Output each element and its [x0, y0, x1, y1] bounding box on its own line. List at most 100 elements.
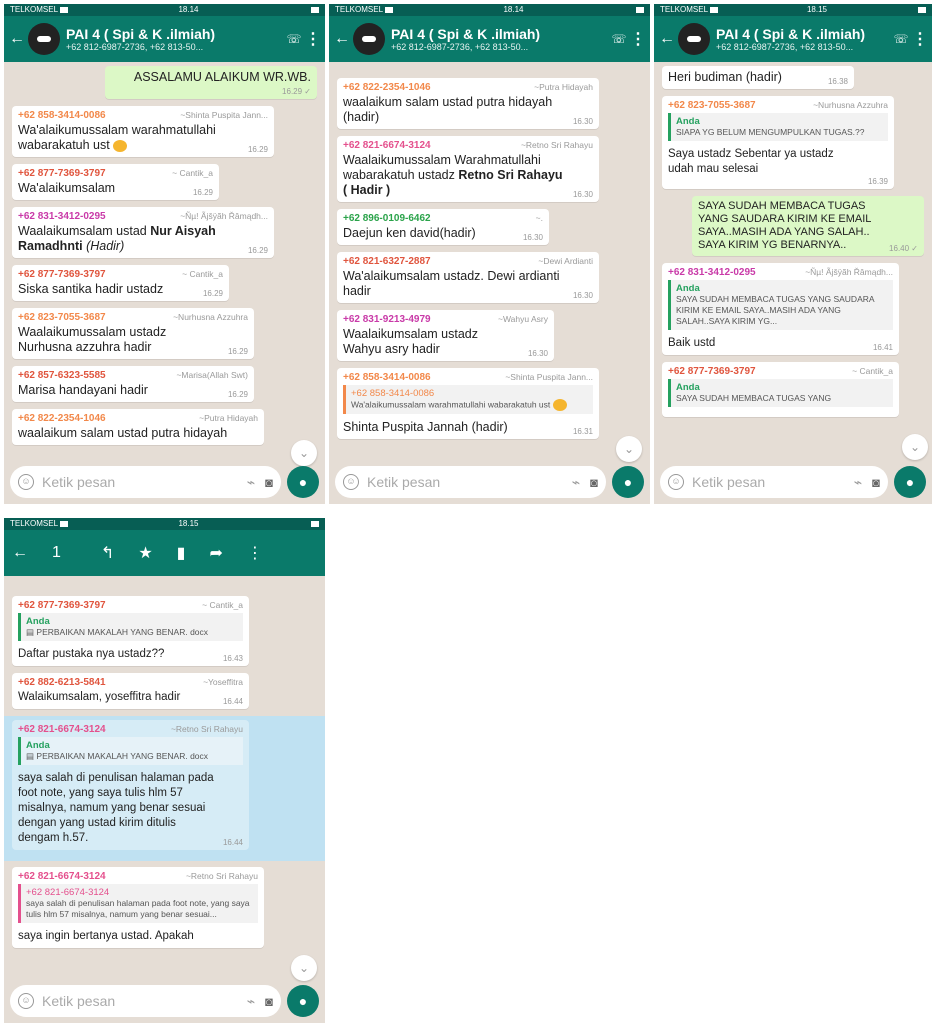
- chat-area[interactable]: ASSALAMU ALAIKUM WR.WB. 16.29 ✓ +62 858-…: [4, 62, 325, 460]
- message-input[interactable]: ☺ Ketik pesan ⌁ ◙: [335, 466, 606, 498]
- emoji-icon[interactable]: ☺: [343, 474, 359, 490]
- add-call-icon[interactable]: ☏: [608, 28, 630, 50]
- sender-phone[interactable]: +62 831-3412-0295: [18, 211, 106, 222]
- message[interactable]: +62 831-9213-4979 ~Wahyu Asry Waalaikumsa…: [337, 310, 554, 361]
- group-avatar[interactable]: [28, 23, 60, 55]
- message[interactable]: +62 877-7369-3797 ~ Cantik_a Anda SAYA SU…: [662, 362, 899, 417]
- scroll-down-icon[interactable]: ⌄: [291, 955, 317, 981]
- sender-phone[interactable]: +62 858-3414-0086: [343, 372, 431, 383]
- star-icon[interactable]: ★: [138, 543, 152, 563]
- chat-area[interactable]: Heri budiman (hadir) 16.38 +62 823-7055-…: [654, 62, 932, 460]
- attach-icon[interactable]: ⌁: [572, 474, 580, 491]
- quoted-message[interactable]: Anda SAYA SUDAH MEMBACA TUGAS YANG: [668, 379, 893, 407]
- group-avatar[interactable]: [678, 23, 710, 55]
- message[interactable]: +62 877-7369-3797 ~ Cantik_a Anda ▤ PERBA…: [12, 596, 249, 666]
- quoted-message[interactable]: +62 821-6674-3124 saya salah di penulisa…: [18, 884, 258, 923]
- more-menu-icon[interactable]: ⋮: [247, 543, 263, 563]
- quoted-message[interactable]: Anda ▤ PERBAIKAN MAKALAH YANG BENAR. doc…: [18, 613, 243, 641]
- message-input[interactable]: ☺ Ketik pesan ⌁ ◙: [10, 985, 281, 1017]
- more-menu-icon[interactable]: ⋮: [630, 29, 646, 49]
- more-menu-icon[interactable]: ⋮: [912, 29, 928, 49]
- message[interactable]: +62 821-6674-3124 ~Retno Sri Rahayu Anda …: [12, 720, 249, 850]
- sender-phone[interactable]: +62 882-6213-5841: [18, 677, 106, 688]
- sender-phone[interactable]: +62 877-7369-3797: [668, 366, 756, 377]
- message[interactable]: Heri budiman (hadir) 16.38: [662, 66, 854, 89]
- message[interactable]: +62 896-0109-6462 ~. Daejun ken david(had…: [337, 209, 549, 245]
- message[interactable]: +62 822-2354-1046 ~Putra Hidayah waalaiku…: [337, 78, 599, 129]
- back-arrow-icon[interactable]: ←: [8, 30, 26, 48]
- message[interactable]: +62 823-7055-3687 ~Nurhusna Azzuhra Anda …: [662, 96, 894, 189]
- chat-title-box[interactable]: PAI 4 ( Spi & K .ilmiah) +62 812-6987-27…: [391, 26, 608, 52]
- outgoing-message[interactable]: SAYA SUDAH MEMBACA TUGAS YANG SAUDARA KI…: [692, 196, 924, 256]
- scroll-down-icon[interactable]: ⌄: [616, 436, 642, 462]
- sender-phone[interactable]: +62 821-6674-3124: [18, 724, 106, 735]
- message[interactable]: +62 821-6674-3124 ~Retno Sri Rahayu +62 8…: [12, 867, 264, 948]
- camera-icon[interactable]: ◙: [872, 475, 880, 490]
- message[interactable]: +62 877-7369-3797 ~ Cantik_a Siska santik…: [12, 265, 229, 301]
- selected-message-highlight[interactable]: +62 821-6674-3124 ~Retno Sri Rahayu Anda …: [4, 716, 325, 861]
- message[interactable]: +62 831-3412-0295 ~Ñµ! Ãjšÿãh Řâmądh... A…: [662, 263, 899, 355]
- sender-phone[interactable]: +62 896-0109-6462: [343, 213, 431, 224]
- mic-icon[interactable]: ●: [287, 985, 319, 1017]
- message-input[interactable]: ☺ Ketik pesan ⌁ ◙: [10, 466, 281, 498]
- forward-icon[interactable]: ➦: [209, 543, 222, 563]
- reply-icon[interactable]: ↰: [101, 543, 114, 563]
- mic-icon[interactable]: ●: [612, 466, 644, 498]
- sender-phone[interactable]: +62 877-7369-3797: [18, 600, 106, 611]
- group-avatar[interactable]: [353, 23, 385, 55]
- sender-phone[interactable]: +62 877-7369-3797: [18, 269, 106, 280]
- attach-icon[interactable]: ⌁: [247, 993, 255, 1010]
- back-arrow-icon[interactable]: ←: [12, 544, 28, 562]
- mic-icon[interactable]: ●: [287, 466, 319, 498]
- add-call-icon[interactable]: ☏: [890, 28, 912, 50]
- emoji-icon[interactable]: ☺: [18, 993, 34, 1009]
- sender-phone[interactable]: +62 821-6674-3124: [18, 871, 106, 882]
- camera-icon[interactable]: ◙: [590, 475, 598, 490]
- camera-icon[interactable]: ◙: [265, 475, 273, 490]
- attach-icon[interactable]: ⌁: [247, 474, 255, 491]
- sender-phone[interactable]: +62 831-9213-4979: [343, 314, 431, 325]
- chat-title-box[interactable]: PAI 4 ( Spi & K .ilmiah) +62 812-6987-27…: [66, 26, 283, 52]
- sender-phone[interactable]: +62 857-6323-5585: [18, 370, 106, 381]
- outgoing-message[interactable]: ASSALAMU ALAIKUM WR.WB. 16.29 ✓: [105, 66, 317, 99]
- message[interactable]: +62 858-3414-0086 ~Shinta Puspita Jann...…: [12, 106, 274, 157]
- more-menu-icon[interactable]: ⋮: [305, 29, 321, 49]
- message[interactable]: +62 857-6323-5585 ~Marisa(Allah Swt) Mari…: [12, 366, 254, 402]
- message[interactable]: +62 831-3412-0295 ~Ñµ! Ãjšÿãh Řâmądh... W…: [12, 207, 274, 258]
- chat-area[interactable]: +62 822-2354-1046 ~Putra Hidayah waalaiku…: [329, 74, 650, 460]
- sender-phone[interactable]: +62 823-7055-3687: [18, 312, 106, 323]
- sender-phone[interactable]: +62 858-3414-0086: [18, 110, 106, 121]
- emoji-icon[interactable]: ☺: [18, 474, 34, 490]
- attach-icon[interactable]: ⌁: [854, 474, 862, 491]
- message-input[interactable]: ☺ Ketik pesan ⌁ ◙: [660, 466, 888, 498]
- sender-phone[interactable]: +62 831-3412-0295: [668, 267, 756, 278]
- message[interactable]: +62 858-3414-0086 ~Shinta Puspita Jann...…: [337, 368, 599, 439]
- chat-title-box[interactable]: PAI 4 ( Spi & K .ilmiah) +62 812-6987-27…: [716, 26, 890, 52]
- message[interactable]: +62 882-6213-5841 ~Yoseffitra Walaikumsal…: [12, 673, 249, 709]
- message[interactable]: +62 821-6327-2887 ~Dewi Ardianti Wa'alaik…: [337, 252, 599, 303]
- quoted-message[interactable]: Anda SAYA SUDAH MEMBACA TUGAS YANG SAUDA…: [668, 280, 893, 330]
- emoji-icon[interactable]: ☺: [668, 474, 684, 490]
- sender-phone[interactable]: +62 823-7055-3687: [668, 100, 756, 111]
- sender-phone[interactable]: +62 821-6674-3124: [343, 140, 431, 151]
- quoted-message[interactable]: Anda SIAPA YG BELUM MENGUMPULKAN TUGAS.?…: [668, 113, 888, 141]
- camera-icon[interactable]: ◙: [265, 994, 273, 1009]
- sender-phone[interactable]: +62 822-2354-1046: [343, 82, 431, 93]
- mic-icon[interactable]: ●: [894, 466, 926, 498]
- message[interactable]: +62 821-6674-3124 ~Retno Sri Rahayu Waala…: [337, 136, 599, 202]
- quoted-message[interactable]: +62 858-3414-0086 Wa'alaikumussalam wara…: [343, 385, 593, 414]
- sender-phone[interactable]: +62 821-6327-2887: [343, 256, 431, 267]
- message[interactable]: +62 822-2354-1046 ~Putra Hidayah waalaiku…: [12, 409, 264, 445]
- scroll-down-icon[interactable]: ⌄: [902, 434, 928, 460]
- delete-icon[interactable]: ▮: [177, 543, 186, 563]
- back-arrow-icon[interactable]: ←: [333, 30, 351, 48]
- message[interactable]: +62 877-7369-3797 ~ Cantik_a Wa'alaikumsa…: [12, 164, 219, 200]
- sender-phone[interactable]: +62 877-7369-3797: [18, 168, 106, 179]
- back-arrow-icon[interactable]: ←: [658, 30, 676, 48]
- chat-area[interactable]: +62 877-7369-3797 ~ Cantik_a Anda ▤ PERBA…: [4, 592, 325, 977]
- quoted-message[interactable]: Anda ▤ PERBAIKAN MAKALAH YANG BENAR. doc…: [18, 737, 243, 765]
- message[interactable]: +62 823-7055-3687 ~Nurhusna Azzuhra Waala…: [12, 308, 254, 359]
- sender-phone[interactable]: +62 822-2354-1046: [18, 413, 106, 424]
- scroll-down-icon[interactable]: ⌄: [291, 440, 317, 466]
- add-call-icon[interactable]: ☏: [283, 28, 305, 50]
